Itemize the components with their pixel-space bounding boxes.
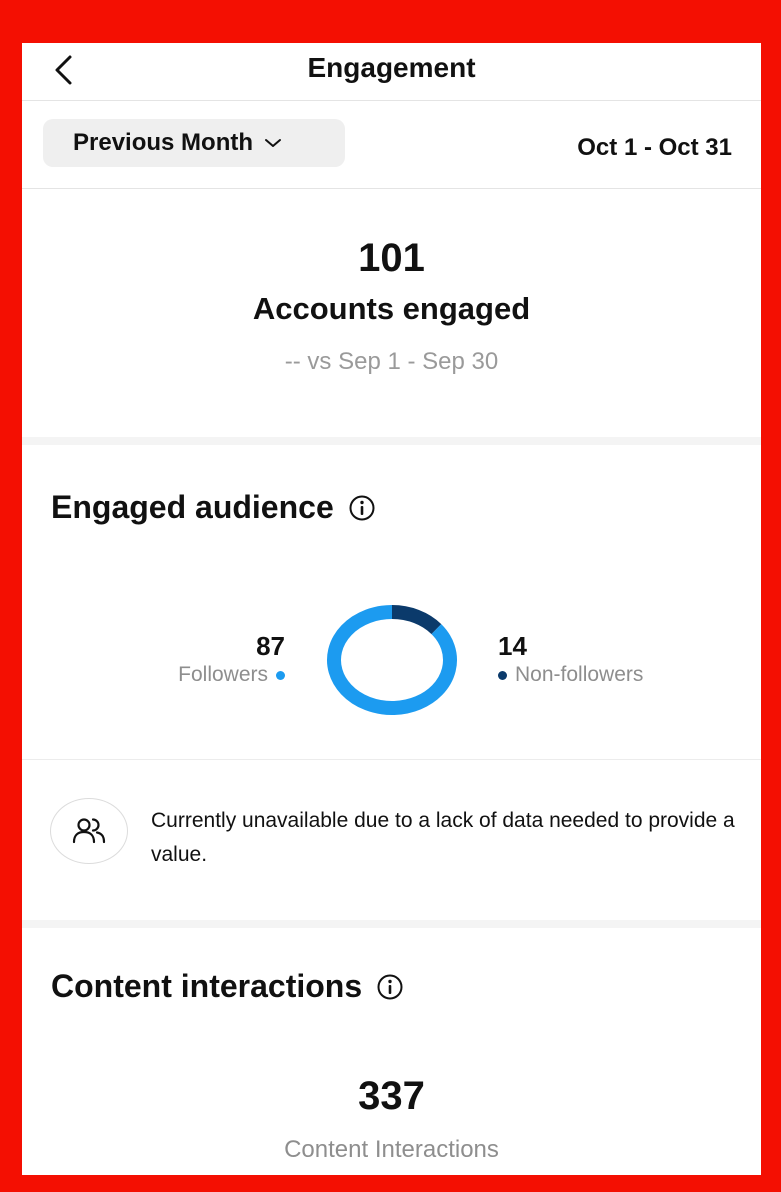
unavailable-notice: Currently unavailable due to a lack of d… — [22, 760, 761, 920]
period-label: Previous Month — [73, 129, 254, 156]
engaged-audience-heading: Engaged audience — [51, 489, 334, 525]
non-followers-dot — [498, 670, 507, 680]
header: Engagement — [22, 43, 761, 101]
date-range-bar: Previous Month Oct 1 - Oct 31 — [22, 101, 761, 189]
accounts-engaged-summary: 101 Accounts engaged -- vs Sep 1 - Sep 3… — [22, 189, 761, 437]
accounts-engaged-label: Accounts engaged — [252, 291, 531, 326]
followers-dot — [276, 670, 285, 680]
date-range: Oct 1 - Oct 31 — [577, 134, 732, 161]
non-followers-stat: 14 Non-followers — [498, 631, 643, 689]
people-icon-badge — [50, 798, 128, 864]
content-interactions-value: 337 — [358, 1074, 425, 1118]
non-followers-legend: Non-followers — [498, 661, 643, 689]
section-divider — [22, 437, 761, 445]
content-interactions-section: Content interactions 337 Content Interac… — [22, 928, 761, 1175]
unavailable-text: Currently unavailable due to a lack of d… — [151, 809, 735, 866]
info-icon[interactable] — [376, 973, 404, 1001]
engaged-audience-title: Engaged audience — [51, 489, 376, 526]
engagement-screen: Engagement Previous Month Oct 1 - Oct 31… — [22, 43, 761, 1175]
content-interactions-title: Content interactions — [51, 968, 404, 1005]
followers-label: Followers — [178, 663, 268, 686]
engaged-audience-section: Engaged audience 87 Followers 14 Non-fol… — [22, 445, 761, 760]
accounts-engaged-value: 101 — [358, 236, 425, 280]
chevron-down-icon — [265, 139, 282, 147]
period-dropdown[interactable]: Previous Month — [43, 119, 345, 167]
followers-stat: 87 Followers — [178, 631, 285, 689]
info-icon[interactable] — [348, 494, 376, 522]
comparison-text: -- vs Sep 1 - Sep 30 — [284, 348, 499, 375]
followers-legend: Followers — [178, 661, 285, 689]
audience-donut-chart — [327, 605, 457, 715]
content-interactions-label: Content Interactions — [284, 1136, 499, 1163]
followers-value: 87 — [256, 631, 285, 661]
page-title: Engagement — [307, 52, 476, 83]
non-followers-value: 14 — [498, 631, 527, 661]
people-icon — [72, 818, 106, 844]
section-divider — [22, 920, 761, 928]
content-interactions-heading: Content interactions — [51, 968, 363, 1004]
non-followers-label: Non-followers — [515, 663, 644, 686]
donut-slice-non-followers — [391, 605, 442, 635]
